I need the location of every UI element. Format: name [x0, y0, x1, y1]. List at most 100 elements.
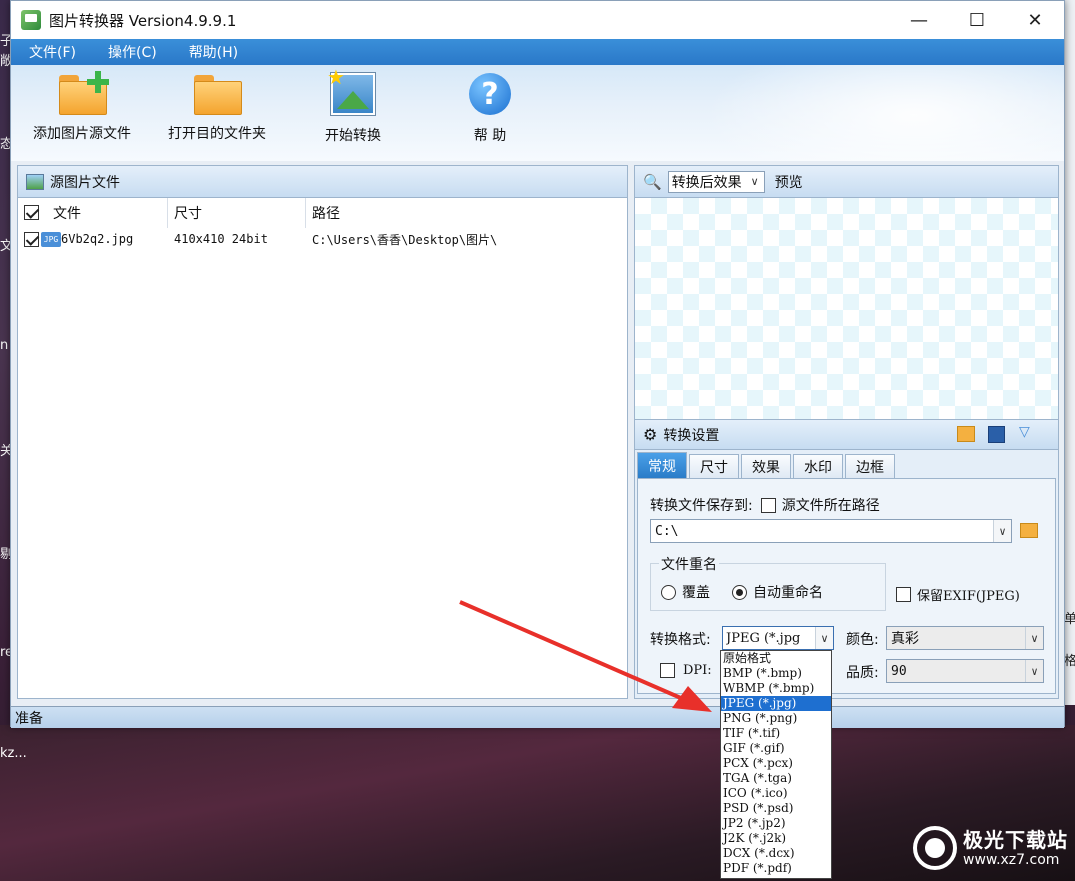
open-dest-label: 打开目的文件夹 [168, 126, 266, 142]
dpi-checkbox[interactable] [660, 663, 675, 678]
format-label: 转换格式: [650, 632, 711, 648]
color-select[interactable]: 真彩 ∨ [886, 626, 1044, 650]
save-settings-icon[interactable] [988, 426, 1005, 443]
quality-select[interactable]: 90 ∨ [886, 659, 1044, 683]
desktop-text-fragment: 格 [1064, 654, 1075, 669]
settings-panel: ⚙ 转换设置 ▽ 常规 尺寸 效果 水印 边框 转换文件保存到: 源文件所在路径… [634, 419, 1059, 699]
format-option[interactable]: PNG (*.png) [721, 711, 831, 726]
preview-label: 预览 [774, 174, 803, 191]
menu-operate[interactable]: 操作(C) [108, 42, 157, 62]
overwrite-label: 覆盖 [682, 585, 710, 601]
settings-title: 转换设置 [663, 427, 720, 444]
column-file-label: 文件 [53, 205, 81, 222]
auto-rename-label: 自动重命名 [753, 585, 823, 601]
watermark-logo [913, 826, 957, 870]
start-convert-button[interactable]: 开始转换 [325, 65, 381, 145]
source-panel-header: 源图片文件 [18, 166, 627, 198]
format-option[interactable]: PSD (*.psd) [721, 801, 831, 816]
source-path-label: 源文件所在路径 [781, 498, 880, 514]
overwrite-radio[interactable] [661, 584, 676, 600]
dpi-label: DPI: [683, 663, 712, 678]
minimize-button[interactable]: — [890, 1, 948, 39]
keep-exif-checkbox[interactable] [896, 587, 911, 602]
tab-border[interactable]: 边框 [845, 454, 895, 478]
auto-rename-radio[interactable] [732, 584, 747, 600]
format-option[interactable]: ICO (*.ico) [721, 786, 831, 801]
gear-icon: ⚙ [643, 425, 658, 444]
watermark: 极光下载站 www.xz7.com [913, 826, 1068, 870]
format-option[interactable]: J2K (*.j2k) [721, 831, 831, 846]
tab-effect[interactable]: 效果 [741, 454, 791, 478]
open-settings-icon[interactable] [957, 426, 975, 442]
format-option[interactable]: PDF (*.pdf) [721, 861, 831, 876]
row-size: 410x410 24bit [174, 232, 268, 246]
menu-file[interactable]: 文件(F) [29, 42, 76, 62]
row-path: C:\Users\香香\Desktop\图片\ [312, 232, 498, 247]
help-button[interactable]: ? 帮 助 [469, 73, 511, 145]
select-all-checkbox[interactable] [24, 205, 39, 220]
maximize-button[interactable]: ☐ [948, 1, 1006, 39]
title-bar[interactable]: 图片转换器 Version4.9.9.1 — ☐ ✕ [11, 1, 1064, 39]
save-path-value: C:\ [655, 523, 679, 539]
tab-size[interactable]: 尺寸 [689, 454, 739, 478]
format-option[interactable]: BMP (*.bmp) [721, 666, 831, 681]
open-dest-folder-button[interactable]: 打开目的文件夹 [168, 73, 266, 143]
column-header: 文件 尺寸 路径 [18, 197, 627, 228]
settings-tabs: 常规 尺寸 效果 水印 边框 [635, 452, 897, 478]
close-button[interactable]: ✕ [1006, 1, 1064, 39]
color-label: 颜色: [846, 632, 879, 648]
help-label: 帮 助 [473, 128, 507, 144]
desktop-text-fragment[interactable]: kz... [0, 746, 27, 761]
tab-watermark[interactable]: 水印 [793, 454, 843, 478]
add-source-label: 添加图片源文件 [33, 126, 131, 142]
format-option[interactable]: TIF (*.tif) [721, 726, 831, 741]
source-panel: 源图片文件 文件 尺寸 路径 JPG 6Vb2q2.jpg 410x410 24… [17, 165, 628, 699]
format-option[interactable]: PCX (*.pcx) [721, 756, 831, 771]
general-tab-body: 转换文件保存到: 源文件所在路径 C:\ ∨ 文件重名 覆盖 自动重命名 保留E… [637, 478, 1056, 694]
watermark-name: 极光下载站 [963, 828, 1068, 852]
format-option[interactable]: DCX (*.dcx) [721, 846, 831, 861]
column-file[interactable]: 文件 [18, 197, 168, 228]
chevron-down-icon: ∨ [815, 627, 833, 649]
quality-label: 品质: [846, 665, 879, 681]
format-option[interactable]: TGA (*.tga) [721, 771, 831, 786]
menu-help[interactable]: 帮助(H) [189, 42, 238, 62]
row-checkbox[interactable] [24, 231, 39, 247]
table-row[interactable]: JPG 6Vb2q2.jpg 410x410 24bit C:\Users\香香… [18, 228, 627, 250]
column-path[interactable]: 路径 [306, 198, 627, 228]
preview-mode-select[interactable]: 转换后效果 ∨ [667, 170, 765, 193]
collapse-icon[interactable]: ▽ [1019, 424, 1030, 440]
keep-exif-label: 保留EXIF(JPEG) [917, 589, 1020, 604]
menu-bar: 文件(F) 操作(C) 帮助(H) [11, 39, 1064, 65]
format-dropdown-list: 原始格式 BMP (*.bmp) WBMP (*.bmp) JPEG (*.jp… [720, 650, 832, 879]
save-path-select[interactable]: C:\ ∨ [650, 519, 1012, 543]
column-size-label: 尺寸 [174, 205, 202, 222]
column-path-label: 路径 [312, 205, 340, 222]
preview-mode-value: 转换后效果 [671, 174, 742, 191]
row-file: 6Vb2q2.jpg [61, 232, 134, 246]
format-option[interactable]: WBMP (*.bmp) [721, 681, 831, 696]
settings-panel-header: ⚙ 转换设置 ▽ [635, 420, 1058, 450]
preview-panel: 🔍 转换后效果 ∨ 预览 [634, 165, 1059, 420]
format-select[interactable]: JPEG (*.jpg ∨ [722, 626, 834, 650]
format-option-selected[interactable]: JPEG (*.jpg) [721, 696, 831, 711]
format-option[interactable]: 原始格式 [721, 651, 831, 666]
folder-icon [194, 73, 242, 115]
format-option[interactable]: GIF (*.gif) [721, 741, 831, 756]
source-path-checkbox[interactable] [760, 497, 776, 513]
add-source-button[interactable]: 添加图片源文件 [33, 71, 131, 143]
chevron-down-icon: ∨ [1025, 627, 1043, 649]
status-text: 准备 [15, 710, 43, 727]
start-convert-label: 开始转换 [325, 128, 381, 144]
watermark-url: www.xz7.com [963, 852, 1060, 868]
app-icon [21, 10, 41, 30]
preview-panel-header: 🔍 转换后效果 ∨ 预览 [635, 166, 1058, 198]
browse-folder-icon[interactable] [1020, 523, 1038, 538]
format-option[interactable]: JP2 (*.jp2) [721, 816, 831, 831]
column-size[interactable]: 尺寸 [168, 197, 306, 228]
folder-add-icon [59, 71, 109, 115]
tab-general[interactable]: 常规 [637, 452, 687, 478]
color-value: 真彩 [891, 631, 919, 647]
jpg-file-icon: JPG [41, 231, 61, 247]
image-icon [26, 173, 44, 190]
